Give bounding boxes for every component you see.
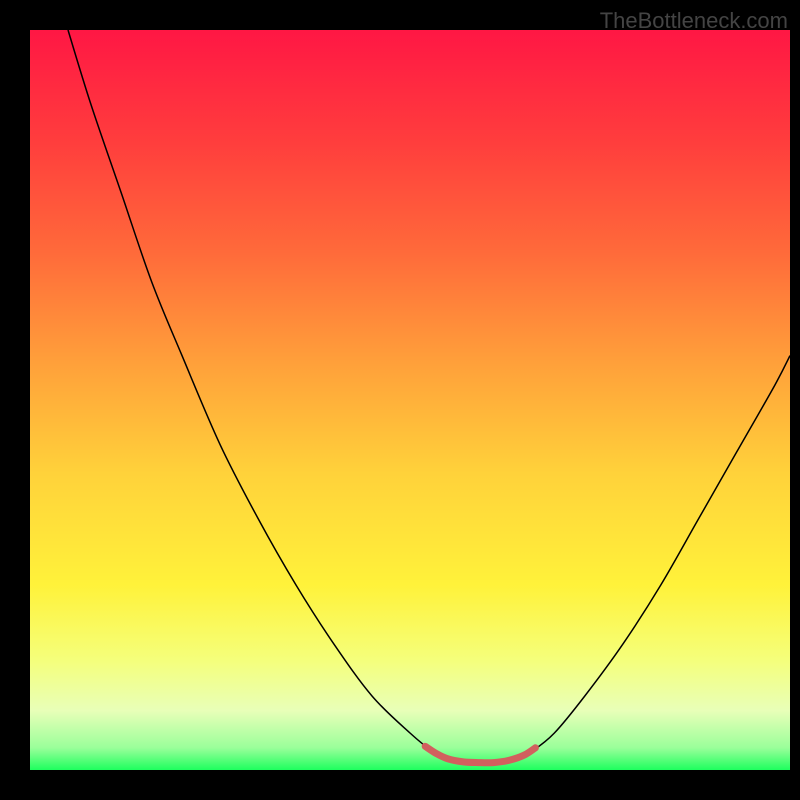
plot-background [30,30,790,770]
chart-container: TheBottleneck.com [0,0,800,800]
bottleneck-chart [0,0,800,800]
watermark-text: TheBottleneck.com [600,8,788,34]
